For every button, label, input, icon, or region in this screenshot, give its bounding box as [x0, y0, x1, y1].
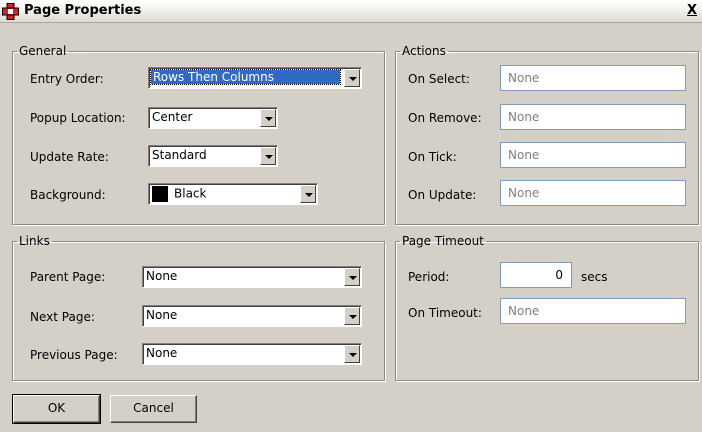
entry-order-select[interactable]: Rows Then Columns — [148, 67, 362, 89]
next-page-select[interactable]: None — [142, 305, 362, 327]
update-rate-select[interactable]: Standard — [148, 145, 278, 167]
next-page-value: None — [146, 308, 178, 322]
close-button[interactable]: X — [684, 3, 700, 19]
on-remove-field[interactable]: None — [500, 104, 686, 130]
period-label: Period: — [408, 270, 450, 284]
on-select-field[interactable]: None — [500, 65, 686, 91]
on-timeout-label: On Timeout: — [408, 306, 482, 320]
on-remove-label: On Remove: — [408, 111, 482, 125]
parent-page-value: None — [146, 269, 178, 283]
on-select-label: On Select: — [408, 72, 470, 86]
update-rate-value: Standard — [152, 148, 207, 162]
cancel-button[interactable]: Cancel — [110, 395, 197, 423]
on-update-field[interactable]: None — [500, 180, 686, 206]
window-title: Page Properties — [24, 3, 142, 18]
update-rate-dropdown-icon[interactable] — [260, 147, 276, 165]
previous-page-label: Previous Page: — [30, 348, 118, 362]
previous-page-dropdown-icon[interactable] — [344, 345, 360, 363]
on-update-label: On Update: — [408, 188, 477, 202]
background-dropdown-icon[interactable] — [300, 185, 316, 203]
background-label: Background: — [30, 188, 106, 202]
period-unit: secs — [581, 270, 608, 284]
on-tick-label: On Tick: — [408, 150, 457, 164]
on-tick-field[interactable]: None — [500, 142, 686, 168]
background-value-wrap: Black — [152, 186, 206, 202]
popup-location-select[interactable]: Center — [148, 107, 278, 129]
popup-location-dropdown-icon[interactable] — [260, 109, 276, 127]
color-swatch — [152, 186, 168, 202]
next-page-dropdown-icon[interactable] — [344, 307, 360, 325]
general-legend: General — [19, 44, 67, 58]
ok-button[interactable]: OK — [12, 394, 101, 424]
entry-order-value: Rows Then Columns — [150, 69, 341, 85]
links-legend: Links — [19, 234, 50, 248]
parent-page-select[interactable]: None — [142, 266, 362, 288]
parent-page-label: Parent Page: — [30, 270, 106, 284]
previous-page-select[interactable]: None — [142, 343, 362, 365]
update-rate-label: Update Rate: — [30, 150, 109, 164]
popup-location-label: Popup Location: — [30, 111, 126, 125]
actions-legend: Actions — [402, 44, 446, 58]
parent-page-dropdown-icon[interactable] — [344, 268, 360, 286]
on-timeout-field[interactable]: None — [500, 298, 686, 324]
popup-location-value: Center — [152, 110, 193, 124]
app-icon — [2, 3, 19, 20]
entry-order-label: Entry Order: — [30, 72, 104, 86]
page-timeout-legend: Page Timeout — [402, 234, 484, 248]
background-select[interactable]: Black — [148, 183, 318, 205]
previous-page-value: None — [146, 346, 178, 360]
next-page-label: Next Page: — [30, 310, 95, 324]
title-bar[interactable]: Page Properties X — [0, 0, 702, 23]
period-input[interactable]: 0 — [500, 262, 572, 288]
background-value: Black — [174, 186, 207, 201]
entry-order-dropdown-icon[interactable] — [344, 69, 360, 87]
